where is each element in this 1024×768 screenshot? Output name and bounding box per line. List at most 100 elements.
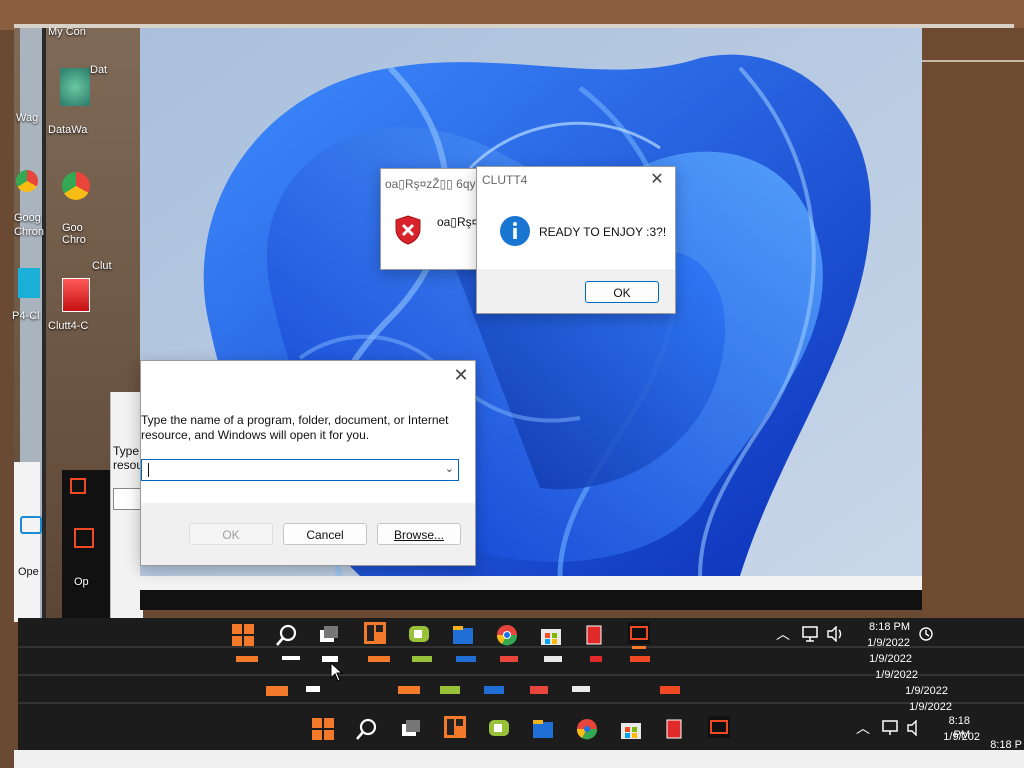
volume-icon[interactable]: [826, 626, 844, 642]
file-explorer-icon: [456, 656, 476, 662]
info-message: READY TO ENJOY :3?!: [539, 225, 667, 239]
clock-date: 1/9/2022: [905, 685, 948, 697]
open-combobox[interactable]: ⌄: [141, 459, 459, 481]
cancel-button[interactable]: Cancel: [283, 523, 367, 545]
glitch-white-panel: [14, 462, 40, 622]
clock-date[interactable]: 1/9/2022: [850, 636, 910, 650]
widgets-icon: [444, 716, 466, 738]
chevron-up-icon: ︿: [856, 720, 870, 736]
glitch-right-lines: [922, 60, 1024, 62]
desktop-fragment: Wag: [16, 112, 39, 124]
run-dialog-ghost: Type resou: [110, 392, 145, 622]
desktop-fragment: P4-Cl: [12, 310, 40, 322]
ok-button[interactable]: OK: [189, 523, 273, 545]
edge-icon: [20, 516, 42, 534]
desktop-fragment: Chron: [14, 226, 44, 238]
error-dialog: oa▯Rş¤zŽ▯▯ 6qy oa▯Rş¤z: [380, 168, 484, 270]
search-icon: [306, 686, 320, 692]
close-icon[interactable]: ✕: [453, 366, 469, 384]
glitch-taskbar-bottom: [14, 750, 1024, 768]
app-icon: [18, 268, 40, 298]
clutt4-app-icon[interactable]: [62, 278, 90, 312]
file-explorer-icon: [533, 720, 553, 738]
app-icon: [74, 528, 94, 548]
start-icon: [266, 686, 288, 696]
start-button[interactable]: [232, 624, 254, 646]
notification-icon[interactable]: [918, 626, 934, 642]
chrome-icon: [530, 686, 548, 694]
desktop-fragment: Goog: [14, 212, 41, 224]
active-indicator: [632, 646, 646, 649]
ghost-text: resou: [113, 458, 144, 472]
store-icon: [544, 656, 562, 662]
ghost-text: Type: [113, 444, 140, 458]
chrome-icon[interactable]: [496, 624, 518, 646]
desktop-strip-dark: [42, 28, 46, 618]
clutt4-icon: [666, 719, 682, 739]
clock-time: 8:18 P: [990, 739, 1022, 751]
browse-button[interactable]: Browse...: [377, 523, 461, 545]
search-icon: [356, 718, 377, 740]
info-dialog: CLUTT4 ✕ READY TO ENJOY :3?! OK: [476, 166, 676, 314]
start-icon: [236, 656, 258, 662]
app-icon[interactable]: [628, 622, 650, 644]
desktop-icon-label[interactable]: DataWa: [48, 124, 87, 136]
info-icon: [500, 216, 530, 246]
dialog-title: oa▯Rş¤zŽ▯▯ 6qy: [385, 177, 476, 191]
file-explorer-icon: [484, 686, 504, 694]
app-icon: [70, 478, 86, 494]
search-icon[interactable]: [276, 624, 298, 646]
store-icon[interactable]: [540, 624, 562, 646]
desktop-fragment: Ope: [18, 566, 39, 578]
widgets-icon: [398, 686, 420, 694]
clutt4-taskbar-icon[interactable]: [584, 624, 606, 646]
app-icon: [590, 656, 602, 662]
store-icon: [621, 723, 641, 739]
glitch-black-line: [140, 590, 922, 610]
close-icon[interactable]: ✕: [649, 172, 665, 188]
app-icon: [660, 686, 680, 694]
glitch-taskbar-line: [18, 702, 1024, 704]
desktop-icon-label[interactable]: Dat: [90, 64, 107, 76]
run-description: Type the name of a program, folder, docu…: [141, 413, 449, 442]
desktop-icon-label[interactable]: Goo Chro: [62, 222, 92, 246]
clock-date: 1/9/202: [943, 731, 980, 743]
volume-icon: [907, 720, 917, 736]
search-icon: [282, 656, 300, 660]
chat-icon: [489, 720, 509, 736]
desktop-icon-label[interactable]: My Con: [48, 26, 86, 38]
run-dialog: ✕ Type the name of a program, folder, do…: [140, 360, 476, 566]
clock-date: 1/9/2022: [909, 701, 952, 713]
network-icon: [882, 720, 898, 735]
widgets-icon: [368, 656, 390, 662]
start-icon: [312, 718, 334, 740]
desktop-fragment: Op: [74, 576, 89, 588]
network-icon[interactable]: [60, 68, 90, 106]
app-icon: [630, 656, 650, 662]
network-icon[interactable]: [802, 626, 820, 642]
chevron-down-icon[interactable]: ⌄: [445, 462, 454, 475]
chrome-icon: [16, 170, 38, 192]
file-explorer-icon[interactable]: [452, 624, 474, 646]
desktop-icon-label[interactable]: Clutt4-C: [48, 320, 88, 332]
widgets-icon[interactable]: [364, 622, 386, 644]
task-view-icon[interactable]: [318, 624, 340, 646]
desktop-icon-label[interactable]: Clut: [92, 260, 112, 272]
app-icon: [708, 716, 730, 738]
glitch-white-line: [140, 576, 922, 590]
text-cursor: [148, 463, 149, 477]
chat-icon[interactable]: [408, 624, 430, 646]
mouse-cursor-icon: [330, 662, 344, 682]
ok-button[interactable]: OK: [585, 281, 659, 303]
glitch-right-band: [922, 28, 1024, 618]
chat-icon: [440, 686, 460, 694]
dialog-title: CLUTT4: [482, 173, 528, 187]
chevron-up-icon[interactable]: ︿: [776, 624, 790, 644]
clock-time[interactable]: 8:18 PM: [850, 620, 910, 634]
clock-date: 1/9/2022: [869, 653, 912, 665]
chrome-icon[interactable]: [62, 172, 90, 200]
error-shield-icon: [395, 215, 421, 245]
chrome-icon: [500, 656, 518, 662]
store-icon: [572, 686, 590, 692]
chat-icon: [412, 656, 432, 662]
